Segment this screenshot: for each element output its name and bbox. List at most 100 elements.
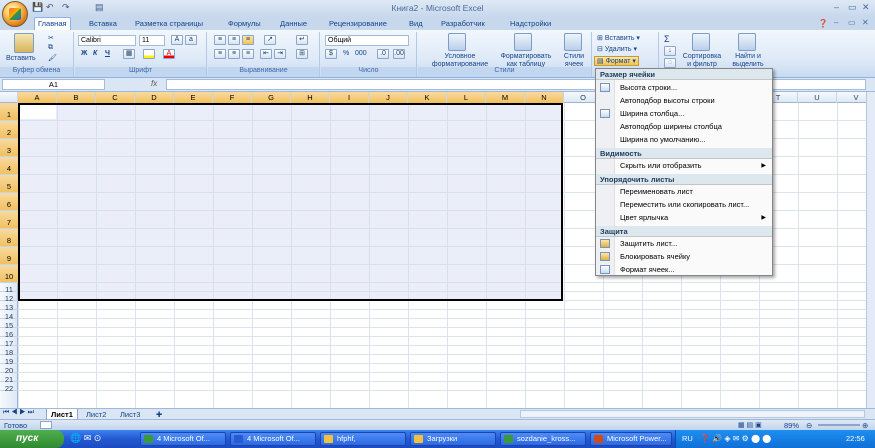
- menu-item-column-width[interactable]: Ширина столбца...: [596, 108, 772, 120]
- column-header[interactable]: K: [408, 92, 447, 103]
- find-select-button[interactable]: Найти и выделить: [726, 53, 770, 69]
- language-indicator[interactable]: RU: [682, 430, 693, 448]
- tab-formulas[interactable]: Формулы: [225, 18, 264, 30]
- font-color-icon[interactable]: A: [163, 49, 175, 59]
- menu-item-hide-show[interactable]: Скрыть или отобразить ▶: [596, 160, 772, 172]
- borders-icon[interactable]: ▦: [123, 49, 135, 59]
- quick-launch-icons[interactable]: 🌐 ✉ ⊙: [70, 433, 101, 444]
- zoom-out-button[interactable]: ⊖: [806, 421, 812, 430]
- menu-item-protect-sheet[interactable]: Защитить лист...: [596, 238, 772, 250]
- paste-button[interactable]: Вставить: [6, 55, 36, 62]
- row-header[interactable]: 12: [0, 292, 18, 303]
- number-format-select[interactable]: Общий: [325, 35, 409, 46]
- format-cells-button[interactable]: ▤ Формат ▾: [594, 56, 639, 66]
- column-header[interactable]: C: [96, 92, 135, 103]
- insert-cells-button[interactable]: ⊞ Вставить ▾: [597, 34, 640, 42]
- cell-styles-icon[interactable]: [564, 33, 582, 51]
- row-header[interactable]: 1: [0, 103, 18, 121]
- print-preview-icon[interactable]: ▤: [95, 2, 104, 14]
- align-left-icon[interactable]: ≡: [214, 49, 226, 59]
- taskbar-item[interactable]: sozdanie_kross...: [500, 432, 586, 446]
- percent-button[interactable]: %: [343, 50, 349, 57]
- align-middle-icon[interactable]: ≡: [228, 35, 240, 45]
- column-header[interactable]: L: [447, 92, 486, 103]
- merge-center-icon[interactable]: ⊞: [296, 49, 308, 59]
- wrap-text-icon[interactable]: ↵: [296, 35, 308, 45]
- view-buttons[interactable]: ▦ ▤ ▣: [738, 421, 762, 429]
- delete-cells-button[interactable]: ⊟ Удалить ▾: [597, 45, 637, 53]
- start-button[interactable]: пуск: [0, 430, 64, 448]
- menu-item-move-copy-sheet[interactable]: Переместить или скопировать лист...: [596, 199, 772, 211]
- underline-button[interactable]: Ч: [105, 50, 110, 57]
- row-header[interactable]: 13: [0, 301, 18, 312]
- copy-icon[interactable]: ⧉: [48, 44, 53, 52]
- save-icon[interactable]: 💾: [32, 2, 43, 14]
- row-header[interactable]: 4: [0, 157, 18, 175]
- row-header[interactable]: 16: [0, 328, 18, 339]
- row-header[interactable]: 15: [0, 319, 18, 330]
- zoom-level[interactable]: 89%: [784, 421, 799, 430]
- decrease-indent-icon[interactable]: ⇤: [260, 49, 272, 59]
- column-header[interactable]: N: [525, 92, 564, 103]
- doc-restore-button[interactable]: ▭: [848, 18, 856, 27]
- autosum-button[interactable]: Σ: [664, 34, 670, 44]
- tab-addins[interactable]: Надстройки: [507, 18, 554, 30]
- menu-item-tab-color[interactable]: Цвет ярлычка ▶: [596, 212, 772, 224]
- menu-item-autofit-row[interactable]: Автоподбор высоты строки: [596, 95, 772, 107]
- taskbar-item[interactable]: 4 Microsoft Of...: [230, 432, 316, 446]
- taskbar-item[interactable]: Загрузки: [410, 432, 496, 446]
- column-header[interactable]: F: [213, 92, 252, 103]
- doc-minimize-button[interactable]: –: [834, 18, 838, 27]
- align-bottom-icon[interactable]: ≡: [242, 35, 254, 45]
- column-header[interactable]: M: [486, 92, 525, 103]
- thousands-button[interactable]: 000: [355, 50, 367, 57]
- taskbar-item[interactable]: Microsoft Power...: [590, 432, 672, 446]
- office-button[interactable]: [2, 1, 28, 27]
- sort-filter-icon[interactable]: [692, 33, 710, 51]
- find-select-icon[interactable]: [738, 33, 756, 51]
- column-header[interactable]: J: [369, 92, 408, 103]
- font-name-select[interactable]: Calibri: [78, 35, 136, 46]
- row-header[interactable]: 7: [0, 211, 18, 229]
- tab-developer[interactable]: Разработчик: [438, 18, 488, 30]
- increase-indent-icon[interactable]: ⇥: [274, 49, 286, 59]
- minimize-button[interactable]: –: [834, 2, 839, 12]
- column-header[interactable]: B: [57, 92, 96, 103]
- menu-item-row-height[interactable]: Высота строки...: [596, 82, 772, 94]
- sheet-nav-icon[interactable]: ⏮ ◀ ▶ ⏭: [3, 409, 34, 417]
- tab-view[interactable]: Вид: [406, 18, 426, 30]
- active-cell[interactable]: [20, 105, 56, 119]
- column-header[interactable]: V: [837, 92, 866, 103]
- column-header[interactable]: A: [18, 92, 57, 103]
- restore-button[interactable]: ▭: [848, 2, 857, 13]
- tab-data[interactable]: Данные: [277, 18, 310, 30]
- row-header[interactable]: 18: [0, 346, 18, 357]
- decrease-decimal-icon[interactable]: .00: [393, 49, 405, 59]
- tab-page-layout[interactable]: Разметка страницы: [132, 18, 206, 30]
- orientation-icon[interactable]: ↗: [264, 35, 276, 45]
- fill-icon[interactable]: ↓: [664, 46, 676, 56]
- align-right-icon[interactable]: ≡: [242, 49, 254, 59]
- format-as-table-icon[interactable]: [514, 33, 532, 51]
- tab-review[interactable]: Рецензирование: [326, 18, 390, 30]
- row-header[interactable]: 22: [0, 382, 18, 393]
- zoom-in-button[interactable]: ⊕: [862, 421, 868, 430]
- row-header[interactable]: 21: [0, 373, 18, 384]
- menu-item-rename-sheet[interactable]: Переименовать лист: [596, 186, 772, 198]
- currency-icon[interactable]: $: [325, 49, 337, 59]
- align-top-icon[interactable]: ≡: [214, 35, 226, 45]
- format-painter-icon[interactable]: 🖌: [48, 54, 57, 62]
- row-header[interactable]: 8: [0, 229, 18, 247]
- row-header[interactable]: 17: [0, 337, 18, 348]
- select-all-corner[interactable]: [0, 92, 18, 103]
- zoom-slider[interactable]: [818, 424, 860, 426]
- cut-icon[interactable]: ✂: [48, 34, 54, 42]
- clear-icon[interactable]: ◌: [664, 58, 676, 68]
- column-header[interactable]: D: [135, 92, 174, 103]
- sort-filter-button[interactable]: Сортировка и фильтр: [680, 53, 724, 69]
- name-box[interactable]: A1: [2, 79, 105, 90]
- macro-record-icon[interactable]: [40, 421, 52, 429]
- column-header[interactable]: H: [291, 92, 330, 103]
- tray-icons[interactable]: ❓ 🔊 ◈ ✉ ⚙ ⬤ ⬤: [700, 430, 771, 448]
- row-header[interactable]: 3: [0, 139, 18, 157]
